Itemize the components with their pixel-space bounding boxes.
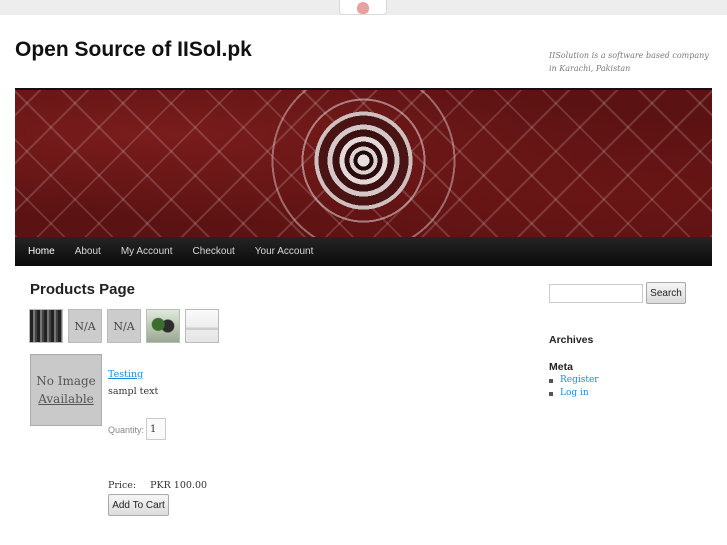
product-thumbnail-1[interactable] [29,309,63,343]
page: Open Source of IISol.pk IISolution is a … [0,15,727,545]
nav-item-checkout[interactable]: Checkout [190,246,238,257]
archives-widget-title: Archives [549,334,594,346]
price-row: Price: PKR 100.00 [108,480,207,491]
no-image-text: No Image [36,374,96,388]
header-banner-image [15,88,712,237]
flame-icon [357,2,369,14]
admin-bar-tab[interactable] [339,0,387,15]
add-to-cart-button[interactable]: Add To Cart [108,494,169,516]
search-button[interactable]: Search [646,282,686,304]
product-thumbnail-3[interactable]: N/A [107,309,141,343]
site-description: IISolution is a software based company i… [549,51,709,73]
meta-link-login[interactable]: Log in [549,387,599,400]
nav-item-my-account[interactable]: My Account [118,246,176,257]
nav-item-home[interactable]: Home [25,246,58,257]
product-image-placeholder[interactable]: No Image Available [30,354,102,426]
product-name-link[interactable]: Testing [108,369,143,380]
quantity-input[interactable] [146,418,166,440]
product-thumbnail-4[interactable] [146,309,180,343]
page-title: Products Page [30,281,136,298]
site-title[interactable]: Open Source of IISol.pk [15,38,252,62]
nav-item-your-account[interactable]: Your Account [252,246,317,257]
main-navigation: Home About My Account Checkout Your Acco… [15,237,712,266]
bullet-icon [549,378,553,383]
meta-link-register[interactable]: Register [549,374,599,387]
meta-links-list: Register Log in [549,374,599,400]
price-label: Price: [108,480,137,491]
price-value: PKR 100.00 [150,480,208,491]
login-link[interactable]: Log in [560,387,589,400]
product-thumbnail-5[interactable] [185,309,219,343]
product-description: sampl text [108,386,159,397]
quantity-label: Quantity: [108,425,145,435]
register-link[interactable]: Register [560,374,599,387]
nav-item-about[interactable]: About [72,246,104,257]
meta-widget-title: Meta [549,361,573,373]
search-input[interactable] [549,284,643,303]
no-image-available-text: Available [38,392,94,406]
product-thumbnails: N/A N/A [29,309,224,343]
bullet-icon [549,391,553,396]
product-thumbnail-2[interactable]: N/A [68,309,102,343]
